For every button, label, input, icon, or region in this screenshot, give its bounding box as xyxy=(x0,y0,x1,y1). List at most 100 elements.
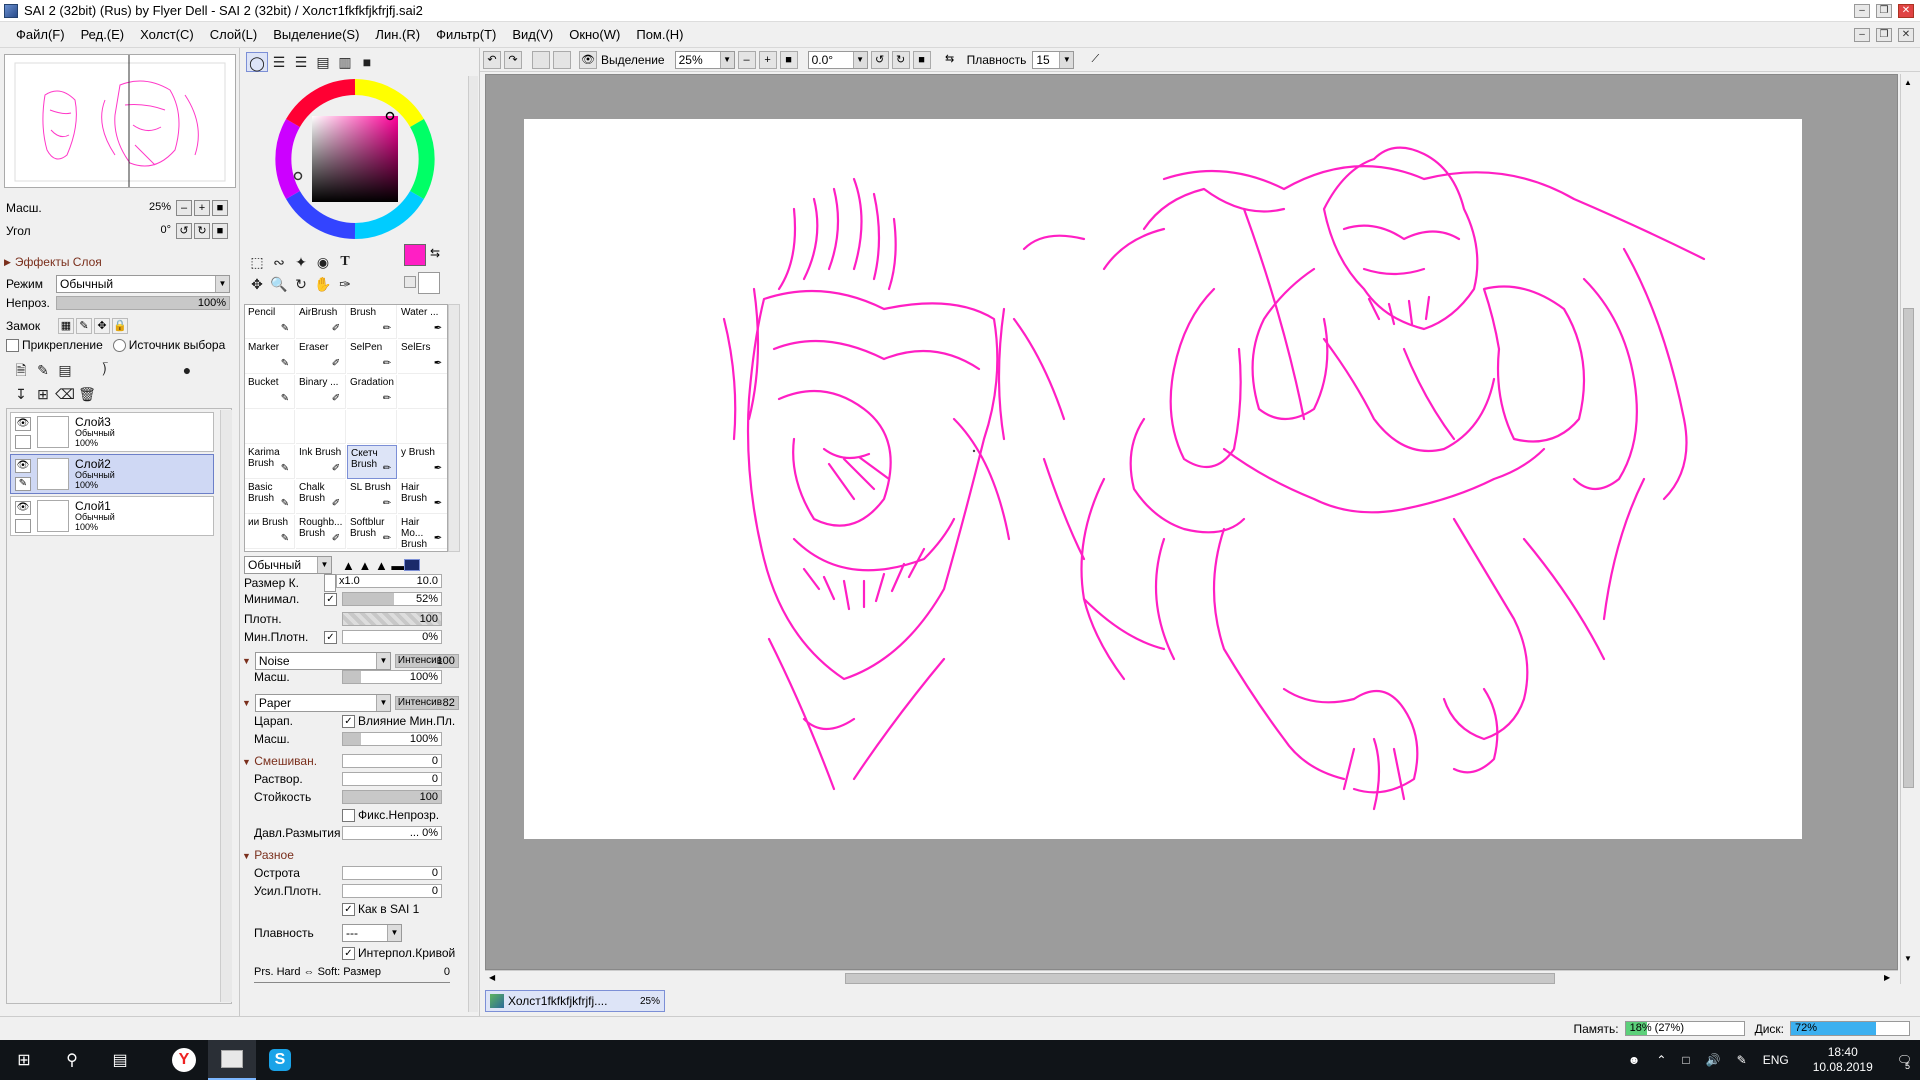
misc-header[interactable]: ▼ Разное xyxy=(242,848,294,862)
layer-select-box[interactable] xyxy=(15,435,31,449)
layer-item[interactable]: 👁 Слой3 Обычный 100% xyxy=(10,412,214,452)
doc-minimize-button[interactable]: – xyxy=(1854,27,1870,42)
skype-icon[interactable]: S xyxy=(256,1040,304,1080)
invert-selection-icon[interactable] xyxy=(553,50,571,69)
color-wheel[interactable] xyxy=(270,74,440,244)
hsv-slider-tab-icon[interactable]: ☰ xyxy=(290,52,312,72)
deselect-icon[interactable] xyxy=(532,50,550,69)
menu-selection[interactable]: Выделение(S) xyxy=(265,27,367,42)
layer-effects-header[interactable]: ▶ Эффекты Слоя xyxy=(4,255,102,269)
delete-layer-icon[interactable]: 🗑 xyxy=(76,384,98,404)
zoom-icon[interactable]: 🔍 xyxy=(268,274,290,294)
size-slider[interactable]: x1.0 10.0 xyxy=(336,574,442,588)
doc-close-button[interactable]: ✕ xyxy=(1898,27,1914,42)
new-linework-layer-icon[interactable]: ✎ xyxy=(32,360,54,380)
dilution-slider[interactable]: 0 xyxy=(342,772,442,786)
windows-icon[interactable]: ⊞ xyxy=(0,1040,48,1080)
texture1-scale-slider[interactable]: 100% xyxy=(342,670,442,684)
navigator-zoom-slider[interactable]: 25% xyxy=(46,201,174,215)
sharpness-slider[interactable]: 0 xyxy=(342,866,442,880)
persistence-slider[interactable]: 100 xyxy=(342,790,442,804)
new-folder-icon[interactable]: ▤ xyxy=(54,360,76,380)
mixing-slider[interactable]: 0 xyxy=(342,754,442,768)
zoom-reset-button[interactable]: ■ xyxy=(212,200,228,216)
toolbar-rotate-reset-icon[interactable]: ■ xyxy=(912,50,931,69)
document-tab[interactable]: Холст1fkfkfjkfrjfj.... 25% xyxy=(485,990,665,1012)
lock-transparency-icon[interactable]: ▦ xyxy=(58,318,74,334)
brush-tool-cell[interactable]: SelPen ✏ xyxy=(347,340,397,374)
mixing-header[interactable]: ▼ Смешиван. xyxy=(242,754,317,768)
layer-list-scrollbar[interactable] xyxy=(220,410,232,1002)
min-size-checkbox[interactable]: ✓ xyxy=(324,592,337,606)
rotate-icon[interactable]: ↻ xyxy=(290,274,312,294)
transparent-color-swatch[interactable] xyxy=(404,276,416,288)
canvas-horizontal-scrollbar[interactable]: ◀ ▶ xyxy=(485,970,1898,986)
task-view-icon[interactable]: ▤ xyxy=(96,1040,144,1080)
brush-tool-cell[interactable]: у Brush ✒ xyxy=(398,445,447,479)
scratchpad-tab-icon[interactable]: ■ xyxy=(356,52,378,72)
brush-tool-cell[interactable]: SL Brush ✏ xyxy=(347,480,397,514)
texture2-scale-slider[interactable]: 100% xyxy=(342,732,442,746)
visibility-eye-icon[interactable]: 👁 xyxy=(15,501,31,515)
density-slider[interactable]: 100 xyxy=(342,612,442,626)
merge-down-icon[interactable]: ↧ xyxy=(10,384,32,404)
brush-tool-cell[interactable]: Pencil ✎ xyxy=(245,305,295,339)
brush-tool-cell[interactable]: Скетч Brush ✏ xyxy=(347,445,397,479)
primary-color-swatch[interactable] xyxy=(404,244,426,266)
brush-grid-scrollbar[interactable] xyxy=(448,304,460,552)
min-density-checkbox[interactable]: ✓ xyxy=(324,630,337,644)
selection-source-radio[interactable] xyxy=(112,338,126,352)
texture2-intensity-slider[interactable]: Интенсив 82 xyxy=(394,696,459,710)
brush-tool-cell[interactable]: Bucket ✎ xyxy=(245,375,295,409)
collapse-icon[interactable]: ▼ xyxy=(242,698,251,708)
brush-tool-cell[interactable]: ии Brush ✎ xyxy=(245,515,295,549)
horizontal-scroll-thumb[interactable] xyxy=(845,973,1555,984)
language-indicator[interactable]: ENG xyxy=(1763,1053,1789,1067)
vertical-scroll-thumb[interactable] xyxy=(1903,308,1914,788)
minimize-button[interactable]: – xyxy=(1854,3,1870,18)
visibility-eye-icon[interactable]: 👁 xyxy=(15,459,31,473)
zoom-select[interactable]: 25% ▼ xyxy=(674,50,735,69)
blur-pressure-slider[interactable]: ... 0% xyxy=(342,826,442,840)
rotate-right-button[interactable]: ↻ xyxy=(194,223,210,239)
brush-tool-cell[interactable]: AirBrush ✐ xyxy=(296,305,346,339)
volume-icon[interactable]: 🔊 xyxy=(1706,1053,1721,1067)
sai-icon[interactable] xyxy=(208,1040,256,1080)
density-boost-slider[interactable]: 0 xyxy=(342,884,442,898)
texture1-select[interactable]: Noise ▼ xyxy=(254,652,391,670)
brush-tool-cell[interactable]: Basic Brush ✎ xyxy=(245,480,295,514)
menu-canvas[interactable]: Холст(C) xyxy=(132,27,202,42)
ruler-icon[interactable]: ⟌ xyxy=(94,360,116,380)
toolbar-rotate-left-icon[interactable]: ↺ xyxy=(870,50,889,69)
rect-select-icon[interactable]: ⬚ xyxy=(246,252,268,272)
network-icon[interactable]: □ xyxy=(1682,1053,1689,1067)
navigator-angle-slider[interactable]: 0° xyxy=(46,224,174,238)
lasso-icon[interactable]: ∾ xyxy=(268,252,290,272)
scroll-left-icon[interactable]: ◀ xyxy=(489,973,499,983)
opacity-slider[interactable]: 100% xyxy=(56,296,230,310)
navigator-preview[interactable] xyxy=(4,54,236,188)
people-icon[interactable]: ☻ xyxy=(1628,1053,1641,1067)
menu-layer[interactable]: Слой(L) xyxy=(202,27,266,42)
zoom-out-button[interactable]: – xyxy=(176,200,192,216)
layer-select-box[interactable] xyxy=(15,519,31,533)
scroll-down-icon[interactable]: ▼ xyxy=(1903,954,1913,964)
toolbar-rotate-right-icon[interactable]: ↻ xyxy=(891,50,910,69)
move-icon[interactable]: ✥ xyxy=(246,274,268,294)
visibility-eye-icon[interactable]: 👁 xyxy=(15,417,31,431)
brush-tool-cell[interactable]: Eraser ✐ xyxy=(296,340,346,374)
pressure-slider-track[interactable] xyxy=(254,982,450,983)
brush-tool-cell[interactable]: Water ... ✒ xyxy=(398,305,447,339)
rgb-slider-tab-icon[interactable]: ☰ xyxy=(268,52,290,72)
lock-paint-icon[interactable]: ✎ xyxy=(76,318,92,334)
clear-layer-icon[interactable]: ⌫ xyxy=(54,384,76,404)
text-tool-icon[interactable]: T xyxy=(334,252,356,272)
redo-icon[interactable]: ↷ xyxy=(504,50,522,69)
eyedropper-icon[interactable]: ✑ xyxy=(334,274,356,294)
scroll-right-icon[interactable]: ▶ xyxy=(1884,973,1894,983)
texture1-intensity-slider[interactable]: Интенсив 100 xyxy=(394,654,459,668)
menu-help[interactable]: Пом.(H) xyxy=(628,27,691,42)
texture2-select[interactable]: Paper ▼ xyxy=(254,694,391,712)
min-density-slider[interactable]: 0% xyxy=(342,630,442,644)
add-layer-icon[interactable]: ⊞ xyxy=(32,384,54,404)
